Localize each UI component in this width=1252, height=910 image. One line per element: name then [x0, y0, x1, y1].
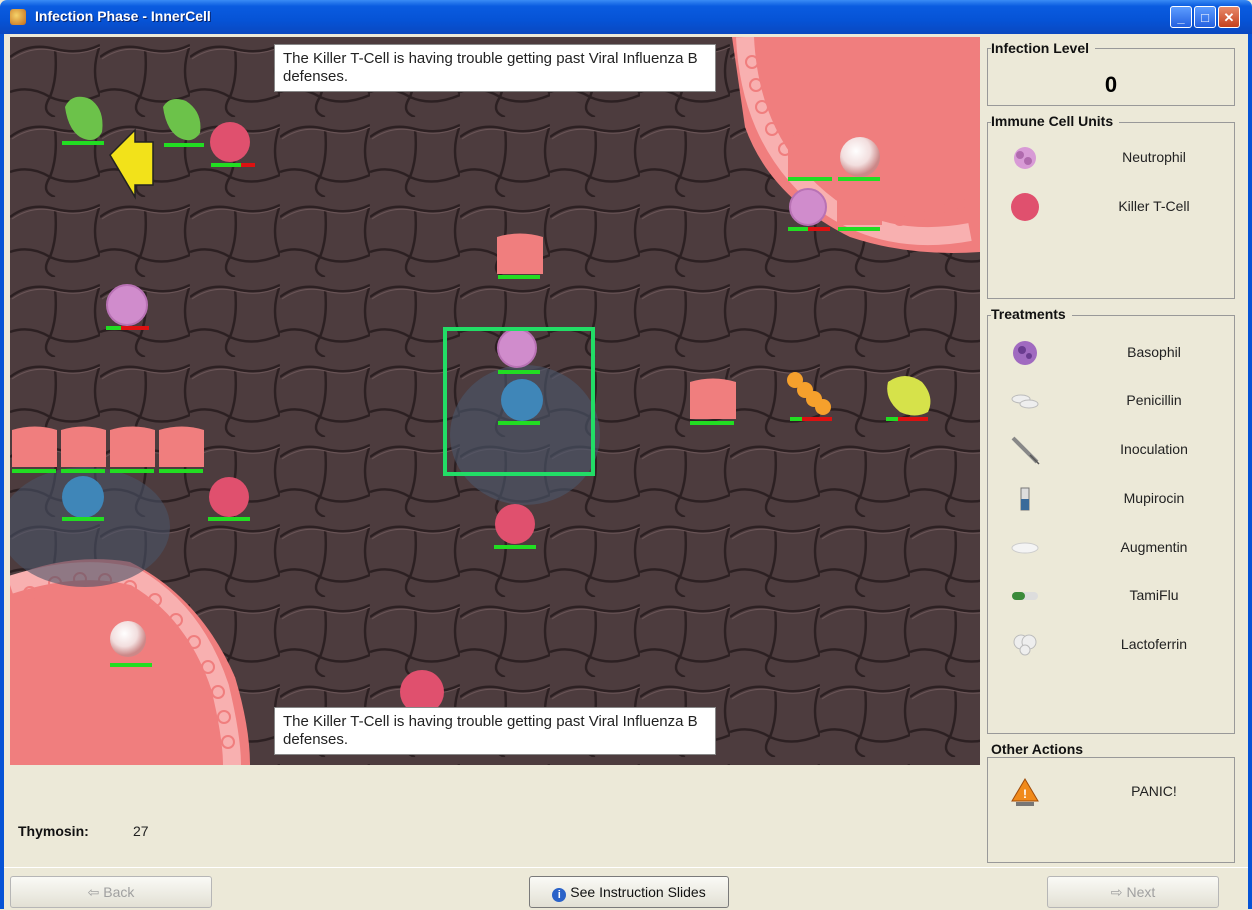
treatments-heading: Treatments [991, 306, 1072, 322]
unit-label: Killer T-Cell [1118, 198, 1190, 214]
other-actions-heading: Other Actions [991, 741, 1090, 757]
treatment-label: Augmentin [1120, 539, 1188, 555]
treatment-label: TamiFlu [1129, 587, 1179, 603]
treatment-mupirocin[interactable]: Mupirocin [988, 479, 1234, 519]
treatment-penicillin[interactable]: Penicillin [988, 381, 1234, 421]
penicillin-icon [1011, 394, 1039, 409]
unit-label: Neutrophil [1122, 149, 1186, 165]
basophil-icon [1013, 341, 1037, 365]
message-top: The Killer T-Cell is having trouble gett… [274, 44, 716, 92]
instruction-slides-button[interactable]: i See Instruction Slides [529, 876, 729, 908]
title-bar: Infection Phase - InnerCell _ □ ✕ [0, 0, 1252, 34]
treatment-basophil[interactable]: Basophil [988, 333, 1234, 373]
maximize-button[interactable]: □ [1194, 6, 1216, 28]
treatments-box: Basophil Penicillin Inoculation Mupiroci… [987, 315, 1235, 734]
instruction-slides-label: See Instruction Slides [570, 884, 706, 900]
treatment-label: Basophil [1127, 344, 1181, 360]
arrow-left-icon: ⇦ [87, 884, 100, 900]
killer-t-cell-icon [1011, 193, 1039, 221]
treatments-panel: Basophil Penicillin Inoculation Mupiroci… [985, 306, 1247, 738]
window-frame-right [1248, 34, 1252, 909]
phagocyte-top-right[interactable] [840, 137, 880, 177]
immune-units-box: Neutrophil Killer T-Cell [987, 122, 1235, 299]
treatment-label: Inoculation [1120, 441, 1188, 457]
neutrophil-icon [1014, 147, 1036, 169]
arrow-right-icon: ⇨ [1110, 884, 1123, 900]
syringe-icon [1011, 436, 1040, 465]
app-icon [10, 9, 26, 25]
treatment-tamiflu[interactable]: TamiFlu [988, 576, 1234, 616]
window-title: Infection Phase - InnerCell [35, 8, 211, 24]
lactoferrin-icon [1013, 634, 1037, 656]
svg-text:!: ! [1023, 787, 1027, 801]
vial-icon [1020, 487, 1030, 511]
warning-icon: ! [1011, 778, 1039, 806]
minimize-button[interactable]: _ [1170, 6, 1192, 28]
thymosin-label: Thymosin: [18, 823, 89, 839]
message-bottom: The Killer T-Cell is having trouble gett… [274, 707, 716, 755]
pill-icon [1012, 592, 1038, 600]
treatment-label: Lactoferrin [1120, 636, 1188, 652]
phagocyte-bottom-left[interactable] [110, 621, 146, 657]
action-label: PANIC! [1131, 783, 1177, 799]
other-actions-box: ! PANIC! [987, 757, 1235, 863]
infection-level-heading: Infection Level [991, 40, 1096, 56]
immune-units-panel: Neutrophil Killer T-Cell Immune Cell Uni… [985, 113, 1247, 303]
unit-killer-t-cell[interactable]: Killer T-Cell [988, 187, 1234, 227]
immune-units-heading: Immune Cell Units [991, 113, 1120, 129]
game-board[interactable]: The Killer T-Cell is having trouble gett… [10, 37, 980, 765]
next-button[interactable]: ⇨ Next [1047, 876, 1219, 908]
unit-neutrophil[interactable]: Neutrophil [988, 138, 1234, 178]
treatment-label: Penicillin [1126, 392, 1182, 408]
next-label: Next [1126, 884, 1156, 900]
thymosin-value: 27 [133, 823, 149, 839]
capsule-icon [1011, 542, 1039, 554]
info-icon: i [552, 888, 567, 902]
window-frame-left [0, 34, 4, 909]
treatment-inoculation[interactable]: Inoculation [988, 430, 1234, 470]
bottom-bar: ⇦ Back i See Instruction Slides ⇨ Next [4, 867, 1248, 910]
action-panic[interactable]: ! PANIC! [988, 772, 1234, 812]
back-label: Back [103, 884, 135, 900]
close-button[interactable]: ✕ [1218, 6, 1240, 28]
infection-level-box: 0 [987, 48, 1235, 106]
treatment-lactoferrin[interactable]: Lactoferrin [988, 625, 1234, 665]
other-actions-panel: ! PANIC! Other Actions [985, 741, 1247, 865]
tissue-map[interactable] [10, 37, 980, 765]
treatment-label: Mupirocin [1123, 490, 1185, 506]
back-button[interactable]: ⇦ Back [10, 876, 212, 908]
infection-level-panel: 0 Infection Level [985, 40, 1247, 106]
infection-level-value: 0 [1104, 72, 1118, 97]
treatment-augmentin[interactable]: Augmentin [988, 528, 1234, 568]
